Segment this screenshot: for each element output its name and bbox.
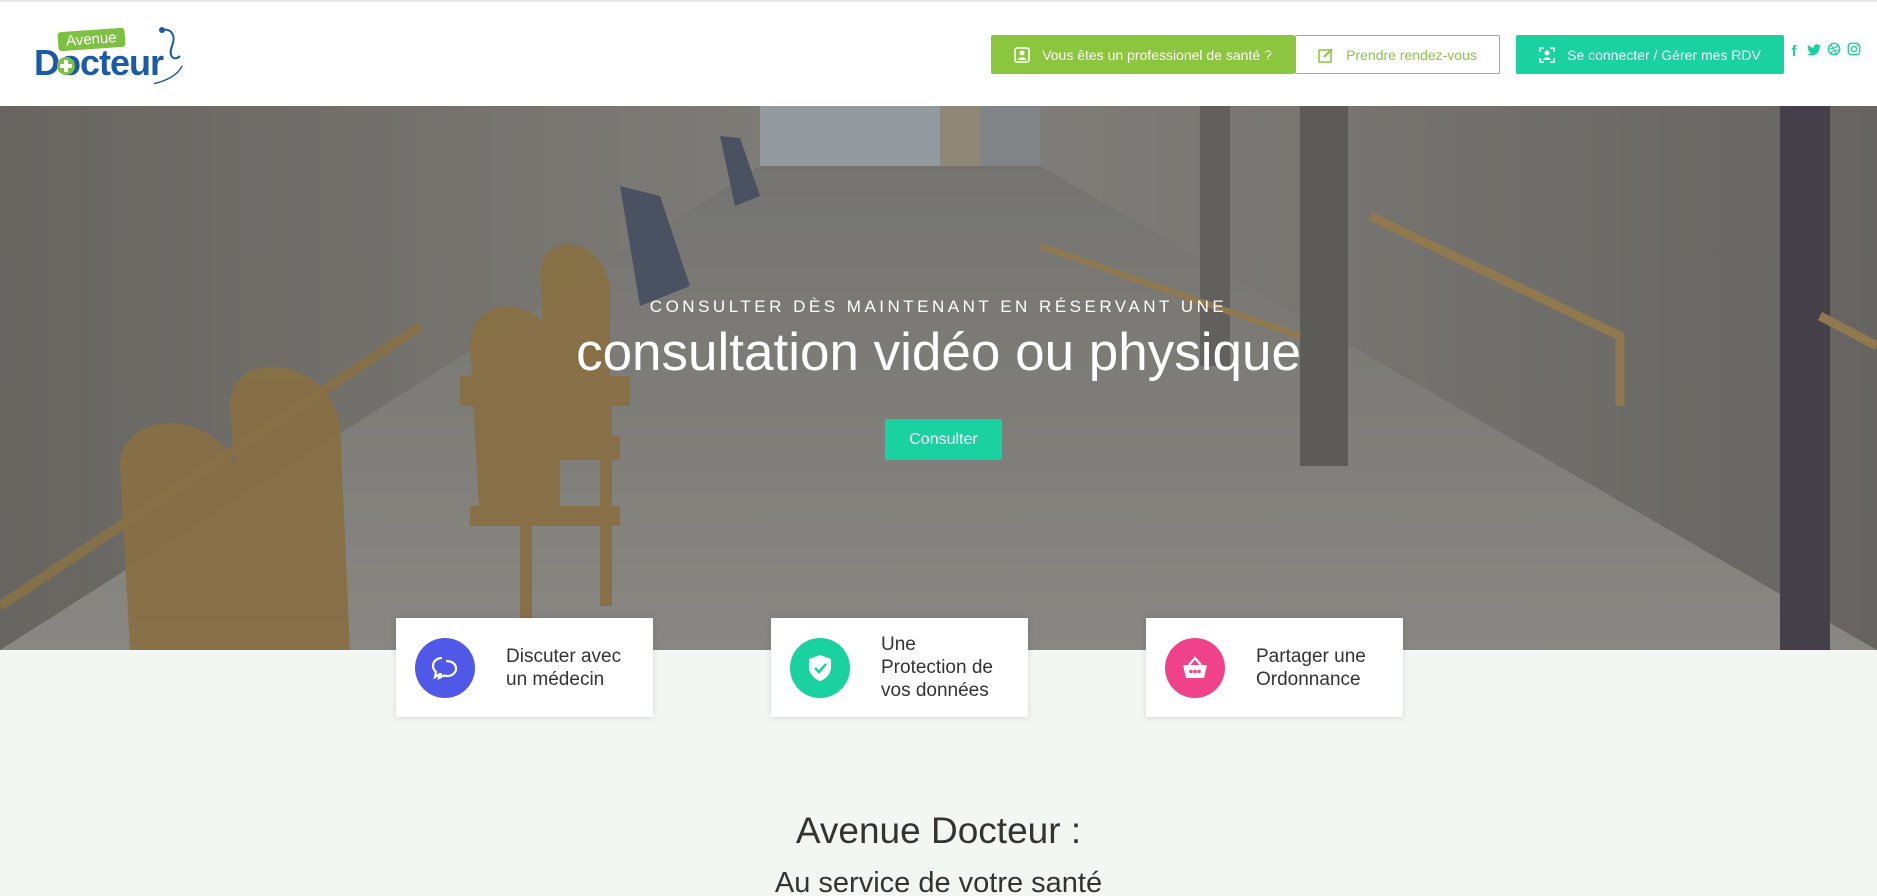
doctor-icon (1014, 46, 1030, 63)
feature-text: Une Protection de vos données (881, 633, 993, 702)
instagram-icon[interactable] (1844, 42, 1864, 60)
dribbble-icon[interactable] (1824, 42, 1844, 60)
user-icon (1539, 46, 1555, 63)
hero-title: consultation vidéo ou physique (576, 323, 1301, 382)
section-subtitle: Au service de votre santé (774, 867, 1103, 896)
section-title: Avenue Docteur : (795, 810, 1082, 851)
feature-text-line: un médecin (506, 668, 605, 690)
appointment-button-label: Prendre rendez-vous (1346, 46, 1477, 63)
feature-card-protection[interactable]: Une Protection de vos données (771, 618, 1028, 717)
feature-text-line: vos données (881, 680, 989, 701)
feature-text-line: Protection de (881, 657, 993, 678)
logo-docteur-text: Docteur (34, 42, 164, 83)
feature-icon-circle (1165, 637, 1225, 698)
chat-icon (431, 656, 458, 680)
feature-card-chat[interactable]: Discuter avec un médecin (396, 618, 653, 717)
edit-icon (1318, 47, 1333, 63)
twitter-icon[interactable] (1804, 43, 1824, 60)
feature-icon-circle (790, 637, 850, 698)
shield-icon (809, 654, 831, 681)
feature-text-line: Une (881, 634, 916, 655)
facebook-icon[interactable]: f (1784, 43, 1804, 60)
social-links: f (1784, 42, 1864, 60)
feature-text-line: Discuter avec (506, 645, 622, 667)
site-header: Avenue Docteur Vous êtes un professionel… (0, 0, 1877, 106)
login-button-label: Se connecter / Gérer mes RDV (1567, 46, 1761, 63)
feature-text-line: Ordonnance (1256, 668, 1361, 690)
consult-button[interactable]: Consulter (885, 419, 1002, 460)
medical-cross-icon (57, 57, 75, 75)
hero-banner: CONSULTER DÈS MAINTENANT EN RÉSERVANT UN… (0, 106, 1877, 650)
logo[interactable]: Avenue Docteur (34, 26, 184, 88)
basket-icon (1183, 655, 1207, 678)
feature-icon-circle (415, 637, 475, 698)
pro-button[interactable]: Vous êtes un professionel de santé ? (991, 35, 1295, 74)
feature-text: Discuter avec un médecin (506, 645, 621, 691)
feature-text: Partager une Ordonnance (1256, 645, 1366, 691)
feature-card-prescription[interactable]: Partager une Ordonnance (1146, 618, 1403, 717)
hero-subtitle: CONSULTER DÈS MAINTENANT EN RÉSERVANT UN… (649, 297, 1228, 316)
appointment-button[interactable]: Prendre rendez-vous (1295, 35, 1500, 74)
stethoscope-icon (154, 27, 183, 85)
login-button[interactable]: Se connecter / Gérer mes RDV (1516, 35, 1784, 74)
feature-text-line: Partager une (1256, 645, 1366, 667)
pro-button-label: Vous êtes un professionel de santé ? (1042, 46, 1272, 63)
